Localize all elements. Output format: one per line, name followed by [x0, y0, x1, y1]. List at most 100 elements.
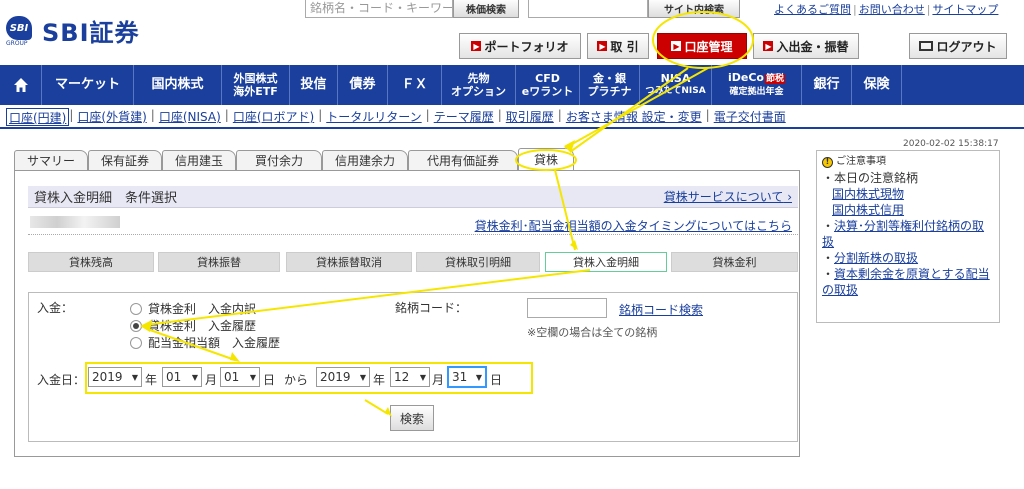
top-links: よくあるご質問 | お問い合わせ | サイトマップ — [774, 3, 999, 16]
radio-button[interactable] — [130, 302, 142, 315]
tab-stock-lending[interactable]: 貸株 — [518, 148, 574, 170]
nav-futures[interactable]: 先物 オプション — [442, 65, 516, 105]
subnav-nisa-account[interactable]: 口座(NISA) — [155, 108, 225, 126]
subnav-e-documents[interactable]: 電子交付書面 — [710, 108, 790, 126]
deposit-timing-link[interactable]: 貸株金利･配当金相当額の入金タイミングについてはこちら — [475, 217, 792, 234]
subtab-trade-details[interactable]: 貸株取引明細 — [416, 252, 540, 272]
notice-box: ! ご注意事項 ・本日の注意銘柄 国内株式現物 国内株式信用 ・決算･分割等権利付… — [816, 150, 1000, 323]
site-search-input[interactable] — [528, 0, 648, 18]
nav-market[interactable]: マーケット — [42, 65, 134, 105]
lending-service-link[interactable]: 貸株サービスについて › — [664, 188, 792, 205]
nav-bonds[interactable]: 債券 — [338, 65, 388, 105]
chevron-down-icon: ▼ — [475, 372, 482, 382]
notice-link-margin[interactable]: 国内株式信用 — [832, 203, 904, 217]
trade-button[interactable]: ▶ 取 引 — [587, 33, 649, 59]
nav-funds[interactable]: 投信 — [290, 65, 338, 105]
to-day-select[interactable]: 31 ▼ — [447, 366, 487, 388]
nav-nisa[interactable]: NISA つみたてNISA — [640, 65, 712, 105]
from-month-select[interactable]: 01 ▼ — [162, 367, 202, 387]
deposit-transfer-button[interactable]: ▶ 入出金・振替 — [753, 33, 859, 59]
tab-buying-power[interactable]: 買付余力 — [236, 150, 322, 170]
faq-link[interactable]: よくあるご質問 — [774, 3, 851, 16]
logo-group-text: GROUP — [6, 40, 28, 47]
global-nav: マーケット 国内株式 外国株式 海外ETF 投信 債券 ＦＸ 先物 オプション CF… — [0, 65, 1024, 105]
arrow-icon: ▶ — [597, 41, 608, 51]
nav-bank[interactable]: 銀行 — [802, 65, 852, 105]
subtab-transfer-cancel[interactable]: 貸株振替取消 — [286, 252, 412, 272]
subnav-total-return[interactable]: トータルリターン — [322, 108, 425, 126]
nav-cfd[interactable]: CFD eワラント — [516, 65, 580, 105]
from-year-select[interactable]: 2019 ▼ — [88, 367, 142, 387]
year-unit: 年 — [145, 373, 158, 387]
radio-rate-history[interactable]: 貸株金利 入金履歴 — [130, 317, 256, 334]
tab-collateral[interactable]: 代用有価証券 — [408, 150, 518, 170]
account-number-redacted — [30, 216, 120, 228]
nav-gold[interactable]: 金・銀 プラチナ — [580, 65, 640, 105]
home-icon[interactable] — [0, 65, 42, 105]
stock-code-input[interactable] — [527, 298, 607, 318]
subnav-foreign-account[interactable]: 口座(外貨建) — [73, 108, 150, 126]
logout-button[interactable]: ログアウト — [909, 33, 1007, 59]
radio-button[interactable] — [130, 336, 142, 349]
subtab-lending-balance[interactable]: 貸株残高 — [28, 252, 154, 272]
day-unit: 日 — [263, 373, 276, 387]
search-button[interactable]: 検索 — [390, 405, 434, 431]
search-input[interactable]: 銘柄名・コード・キーワード — [305, 0, 453, 18]
nav-insurance[interactable]: 保険 — [852, 65, 902, 105]
subnav-yen-account[interactable]: 口座(円建) — [6, 108, 70, 126]
tab-margin-positions[interactable]: 信用建玉 — [162, 150, 236, 170]
portfolio-button[interactable]: ▶ ポートフォリオ — [459, 33, 581, 59]
radio-rate-breakdown[interactable]: 貸株金利 入金内訳 — [130, 300, 256, 317]
date-label: 入金日： — [37, 373, 86, 387]
chevron-down-icon: ▼ — [359, 372, 366, 382]
radio-dividend-history[interactable]: 配当金相当額 入金履歴 — [130, 334, 280, 351]
contact-link[interactable]: お問い合わせ — [859, 3, 925, 16]
site-search-button[interactable]: サイト内検索 — [648, 0, 740, 18]
radio-button-checked[interactable] — [130, 319, 142, 332]
tab-holdings[interactable]: 保有証券 — [88, 150, 162, 170]
subtab-lending-rate[interactable]: 貸株金利 — [671, 252, 798, 272]
notice-link-split[interactable]: 分割新株の取扱 — [834, 251, 918, 265]
subnav-trade-history[interactable]: 取引履歴 — [502, 108, 558, 126]
nav-fx[interactable]: ＦＸ — [388, 65, 442, 105]
code-search-link[interactable]: 銘柄コード検索 — [619, 301, 703, 318]
nav-domestic-stocks[interactable]: 国内株式 — [134, 65, 222, 105]
tab-margin-power[interactable]: 信用建余力 — [322, 150, 408, 170]
notice-header: ! ご注意事項 — [822, 154, 994, 170]
to-month-select[interactable]: 12 ▼ — [390, 367, 430, 387]
sitemap-link[interactable]: サイトマップ — [932, 3, 998, 16]
subnav-customer-settings[interactable]: お客さま情報 設定・変更 — [562, 108, 706, 126]
section-title: 貸株入金明細 条件選択 貸株サービスについて › — [28, 186, 798, 208]
notice-link-rights[interactable]: 決算･分割等権利付銘柄の取扱 — [822, 219, 984, 249]
divider — [28, 234, 798, 235]
warning-icon: ! — [822, 156, 833, 168]
chevron-down-icon: ▼ — [419, 372, 426, 382]
to-year-select[interactable]: 2019 ▼ — [316, 367, 370, 387]
subnav-divider — [0, 127, 1024, 129]
account-management-button[interactable]: ▶ 口座管理 — [657, 33, 747, 59]
nav-ideco[interactable]: iDeCo 節税 確定拠出年金 — [712, 65, 802, 105]
tab-summary[interactable]: サマリー — [14, 150, 88, 170]
notice-link-capital[interactable]: 資本剰余金を原資とする配当の取扱 — [822, 267, 990, 297]
subtab-lending-transfer[interactable]: 貸株振替 — [158, 252, 280, 272]
arrow-icon: ▶ — [671, 41, 682, 51]
month-unit: 月 — [432, 373, 445, 387]
code-label: 銘柄コード： — [395, 301, 468, 315]
day-unit: 日 — [490, 373, 503, 387]
chevron-down-icon: ▼ — [249, 372, 256, 382]
subnav-theme-history[interactable]: テーマ履歴 — [430, 108, 498, 126]
from-to-label: から — [284, 373, 309, 387]
chevron-down-icon: ▼ — [191, 372, 198, 382]
arrow-icon: ▶ — [471, 41, 482, 51]
arrow-icon: ▶ — [763, 41, 774, 51]
timestamp: 2020-02-02 15:38:17 — [903, 139, 999, 149]
stock-search-button[interactable]: 株価検索 — [453, 0, 519, 18]
nav-foreign-stocks[interactable]: 外国株式 海外ETF — [222, 65, 290, 105]
subnav-robo-account[interactable]: 口座(ロボアド) — [229, 108, 318, 126]
notice-link-cash[interactable]: 国内株式現物 — [832, 187, 904, 201]
subtab-deposit-details[interactable]: 貸株入金明細 — [545, 252, 667, 272]
from-day-select[interactable]: 01 ▼ — [220, 367, 260, 387]
logout-icon — [919, 41, 934, 51]
sbi-logo-badge[interactable]: SBI — [6, 16, 32, 40]
sbi-logo[interactable]: SBI証券 — [42, 13, 140, 48]
